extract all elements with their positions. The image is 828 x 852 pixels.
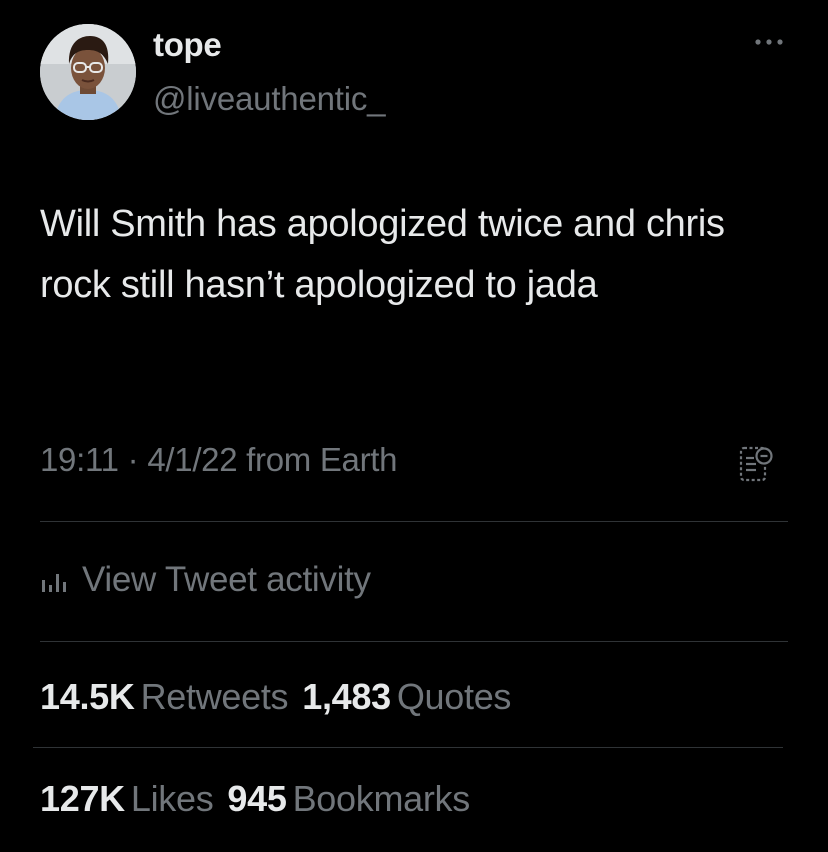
community-notes-icon[interactable] [738, 444, 774, 484]
likes-count: 127K [40, 778, 125, 819]
tweet-date-link[interactable]: 4/1/22 [147, 441, 237, 478]
bar-chart-icon [42, 574, 66, 592]
tweet-meta: 19:11 · 4/1/22 from Earth [40, 441, 398, 479]
tweet-time: 19:11 [40, 441, 119, 478]
handle[interactable]: @liveauthentic_ [153, 80, 386, 118]
tweet-date: 4/1/22 [147, 441, 238, 478]
bookmarks-label: Bookmarks [292, 778, 471, 819]
divider [33, 747, 783, 748]
bookmarks-count: 945 [227, 778, 287, 819]
avatar[interactable] [40, 24, 136, 120]
divider [40, 641, 788, 642]
quotes-count: 1,483 [302, 676, 391, 717]
tweet-time-link[interactable]: 19:11 [40, 441, 119, 478]
tweet-source: from Earth [246, 441, 398, 478]
likes-stat[interactable]: 127K Likes [40, 778, 214, 819]
tweet-text: Will Smith has apologized twice and chri… [40, 203, 725, 306]
stats-row-retweets-quotes: 14.5K Retweets 1,483 Quotes [40, 676, 525, 718]
more-horizontal-icon[interactable] [752, 30, 786, 54]
divider [40, 521, 788, 522]
retweets-label: Retweets [140, 676, 289, 717]
likes-label: Likes [130, 778, 214, 819]
retweets-count: 14.5K [40, 676, 135, 717]
stats-row-likes-bookmarks: 127K Likes 945 Bookmarks [40, 778, 484, 820]
quotes-label: Quotes [396, 676, 512, 717]
quotes-stat[interactable]: 1,483 Quotes [302, 676, 511, 717]
bookmarks-stat[interactable]: 945 Bookmarks [227, 778, 470, 819]
meta-separator: · [127, 441, 139, 478]
view-tweet-activity-label: View Tweet activity [82, 560, 371, 599]
retweets-stat[interactable]: 14.5K Retweets [40, 676, 289, 717]
avatar-image [40, 24, 136, 120]
view-tweet-activity-button[interactable]: View Tweet activity [40, 556, 371, 604]
display-name[interactable]: tope [153, 26, 222, 64]
